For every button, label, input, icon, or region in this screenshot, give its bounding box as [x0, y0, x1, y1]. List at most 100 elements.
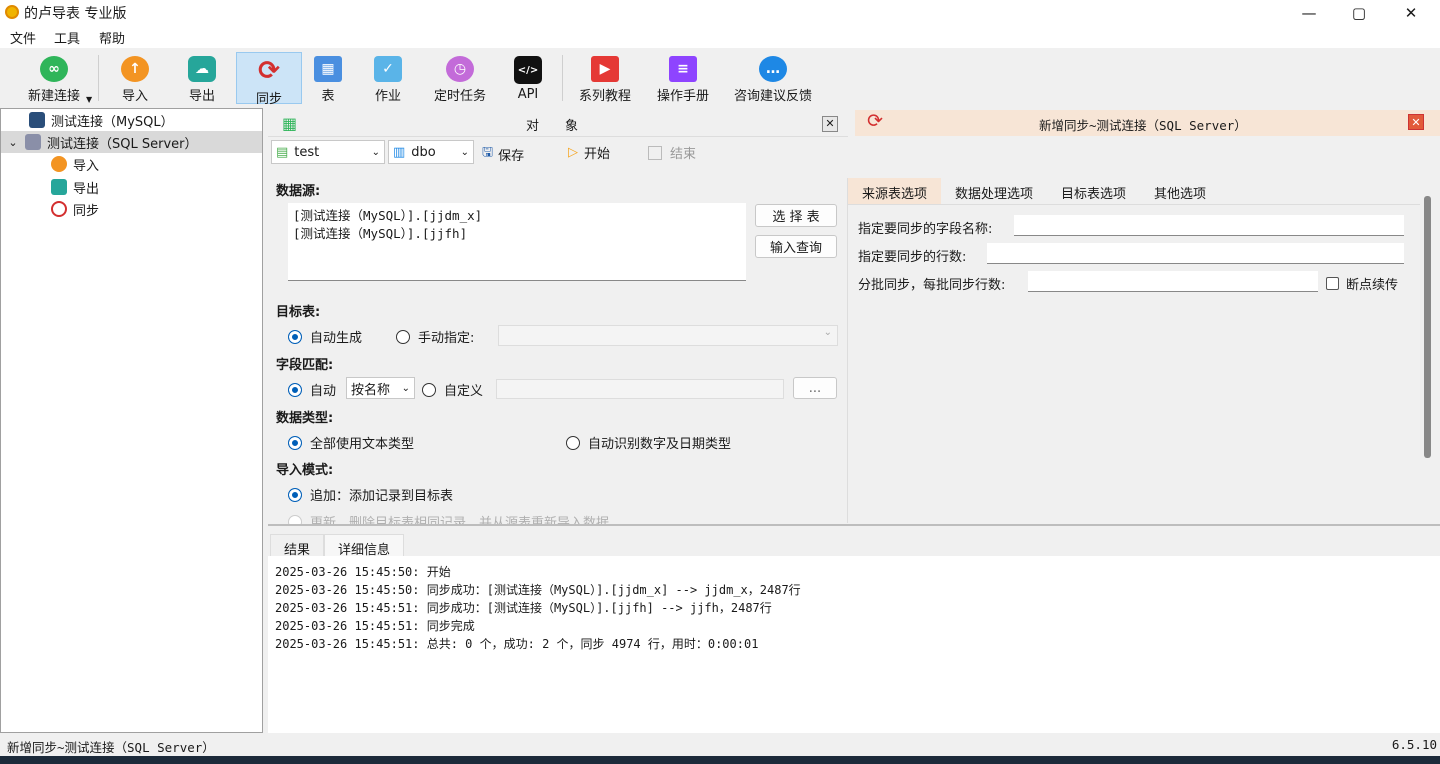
maximize-button[interactable]: ▢	[1336, 0, 1382, 25]
tree-item-export[interactable]: 导出	[51, 176, 99, 198]
tree-item-sync[interactable]: 同步	[51, 198, 99, 220]
tab-source-options[interactable]: 来源表选项	[848, 178, 942, 207]
tree-item-sqlserver[interactable]: ⌄ 测试连接（SQL Server）	[1, 131, 262, 153]
import-icon: ↑	[121, 56, 149, 82]
input-query-button[interactable]: 输入查询	[755, 235, 837, 258]
menu-file[interactable]: 文件	[10, 28, 36, 47]
table-button[interactable]: ▦ 表	[306, 52, 350, 104]
objects-panel-close-button[interactable]: ✕	[822, 116, 838, 132]
import-label: 导入	[121, 89, 148, 104]
menu-bar: 文件 工具 帮助	[0, 25, 1440, 48]
save-icon: 🖫	[482, 145, 494, 160]
tutorial-button[interactable]: ▶ 系列教程	[572, 52, 638, 104]
export-cloud-icon	[51, 179, 67, 195]
radio-checked-icon	[288, 435, 302, 450]
target-manual-option[interactable]: 手动指定:	[396, 327, 474, 346]
target-auto-label: 自动生成	[310, 331, 363, 346]
feedback-button[interactable]: … 咨询建议反馈	[728, 52, 818, 104]
log-line: 2025-03-26 15:45:50: 开始	[275, 565, 451, 579]
api-button[interactable]: </> API	[506, 52, 550, 104]
menu-help[interactable]: 帮助	[99, 28, 125, 47]
import-button[interactable]: ↑ 导入	[110, 52, 160, 104]
field-auto-option[interactable]: 自动	[288, 380, 336, 399]
radio-unchecked-icon	[422, 382, 436, 397]
close-window-button[interactable]: ✕	[1388, 0, 1434, 25]
field-custom-option[interactable]: 自定义	[422, 380, 483, 399]
row-count-input[interactable]	[987, 243, 1404, 264]
options-panel-close-button[interactable]: ✕	[1408, 114, 1424, 130]
radio-checked-icon	[288, 487, 302, 502]
select-table-button[interactable]: 选 择 表	[755, 204, 837, 227]
tab-target-options[interactable]: 目标表选项	[1047, 178, 1140, 207]
source-label: 数据源:	[276, 184, 321, 199]
end-button[interactable]: 结束	[648, 143, 696, 162]
resume-label: 断点续传	[1346, 278, 1399, 293]
match-by-select[interactable]: 按名称 ⌄	[346, 377, 415, 399]
mysql-icon	[29, 112, 45, 128]
sync-button[interactable]: ⟳ 同步	[236, 52, 302, 107]
job-button[interactable]: ✓ 作业	[362, 52, 414, 104]
status-text: 新增同步~测试连接（SQL Server）	[7, 740, 215, 755]
expand-chevron-icon[interactable]: ⌄	[1, 136, 25, 149]
feedback-label: 咨询建议反馈	[733, 89, 812, 104]
database-select[interactable]: ▤ test ⌄	[271, 140, 385, 164]
radio-unchecked-icon	[566, 435, 580, 450]
options-panel-header: ⟳ 新增同步~测试连接（SQL Server） ✕	[855, 110, 1440, 136]
objects-form: 数据源: [测试连接（MySQL）].[jjdm_x] [测试连接（MySQL）…	[268, 170, 846, 524]
schema-select[interactable]: ▥ dbo ⌄	[388, 140, 474, 164]
export-cloud-icon: ☁	[188, 56, 216, 82]
chevron-down-icon: ⌄	[823, 327, 832, 338]
dropdown-arrow-icon[interactable]: ▼	[86, 95, 92, 104]
target-label: 目标表:	[276, 305, 321, 320]
batch-size-input[interactable]	[1028, 271, 1318, 292]
tutorial-label: 系列教程	[578, 89, 631, 104]
update-option[interactable]: 更新，删除目标表相同记录，并从源表重新导入数据	[288, 512, 609, 524]
horizontal-splitter[interactable]	[268, 524, 1440, 526]
custom-mapping-field[interactable]	[496, 379, 784, 399]
custom-mapping-button[interactable]: ...	[793, 377, 837, 399]
tab-other-options[interactable]: 其他选项	[1140, 178, 1220, 207]
api-label: API	[517, 87, 539, 102]
options-scrollbar[interactable]	[1424, 196, 1431, 458]
menu-tools[interactable]: 工具	[54, 28, 80, 47]
append-option[interactable]: 追加：添加记录到目标表	[288, 485, 453, 504]
manual-button[interactable]: ≡ 操作手册	[650, 52, 716, 104]
export-button[interactable]: ☁ 导出	[176, 52, 228, 104]
all-text-option[interactable]: 全部使用文本类型	[288, 433, 414, 452]
auto-detect-option[interactable]: 自动识别数字及日期类型	[566, 433, 731, 452]
tab-data-processing[interactable]: 数据处理选项	[941, 178, 1047, 207]
resume-checkbox[interactable]: 断点续传	[1326, 274, 1398, 293]
source-item: [测试连接（MySQL）].[jjfh]	[293, 226, 468, 241]
title-bar: 的卢导表 专业版 — ▢ ✕	[0, 0, 1440, 25]
source-options-page: 指定要同步的字段名称: 指定要同步的行数: 分批同步，每批同步行数: 断点续传	[848, 204, 1420, 523]
options-body: 来源表选项 数据处理选项 目标表选项 其他选项 指定要同步的字段名称: 指定要同…	[847, 178, 1420, 523]
sync-icon: ⟳	[867, 110, 883, 132]
schema-select-value: dbo	[411, 144, 436, 160]
minimize-button[interactable]: —	[1286, 0, 1332, 25]
tree-item-sync-label: 同步	[73, 203, 100, 219]
field-custom-label: 自定义	[444, 384, 484, 399]
clock-icon: ◷	[446, 56, 474, 82]
source-list[interactable]: [测试连接（MySQL）].[jjdm_x] [测试连接（MySQL）].[jj…	[288, 203, 746, 281]
target-auto-option[interactable]: 自动生成	[288, 327, 362, 346]
chat-icon: …	[759, 56, 787, 82]
toolbar-separator	[562, 55, 563, 101]
job-label: 作业	[374, 89, 401, 104]
status-bar: 新增同步~测试连接（SQL Server） 6.5.10	[0, 734, 1440, 756]
target-table-select[interactable]: ⌄	[498, 325, 838, 346]
field-names-input[interactable]	[1014, 215, 1404, 236]
code-icon: </>	[514, 56, 542, 84]
checkbox-icon	[1326, 277, 1339, 290]
radio-checked-icon	[288, 329, 302, 344]
new-connection-button[interactable]: ∞ 新建连接	[14, 52, 94, 104]
tree-item-export-label: 导出	[73, 181, 100, 197]
options-tabs: 来源表选项 数据处理选项 目标表选项 其他选项	[848, 178, 1220, 207]
tree-item-mysql[interactable]: 测试连接（MySQL）	[29, 109, 174, 131]
start-button[interactable]: ▷ 开始	[568, 143, 610, 162]
schedule-button[interactable]: ◷ 定时任务	[426, 52, 494, 104]
field-auto-label: 自动	[310, 384, 337, 399]
tree-item-import[interactable]: 导入	[51, 153, 99, 175]
tree-item-mysql-label: 测试连接（MySQL）	[51, 114, 174, 130]
save-button[interactable]: 🖫 保存	[482, 143, 524, 165]
job-icon: ✓	[374, 56, 402, 82]
